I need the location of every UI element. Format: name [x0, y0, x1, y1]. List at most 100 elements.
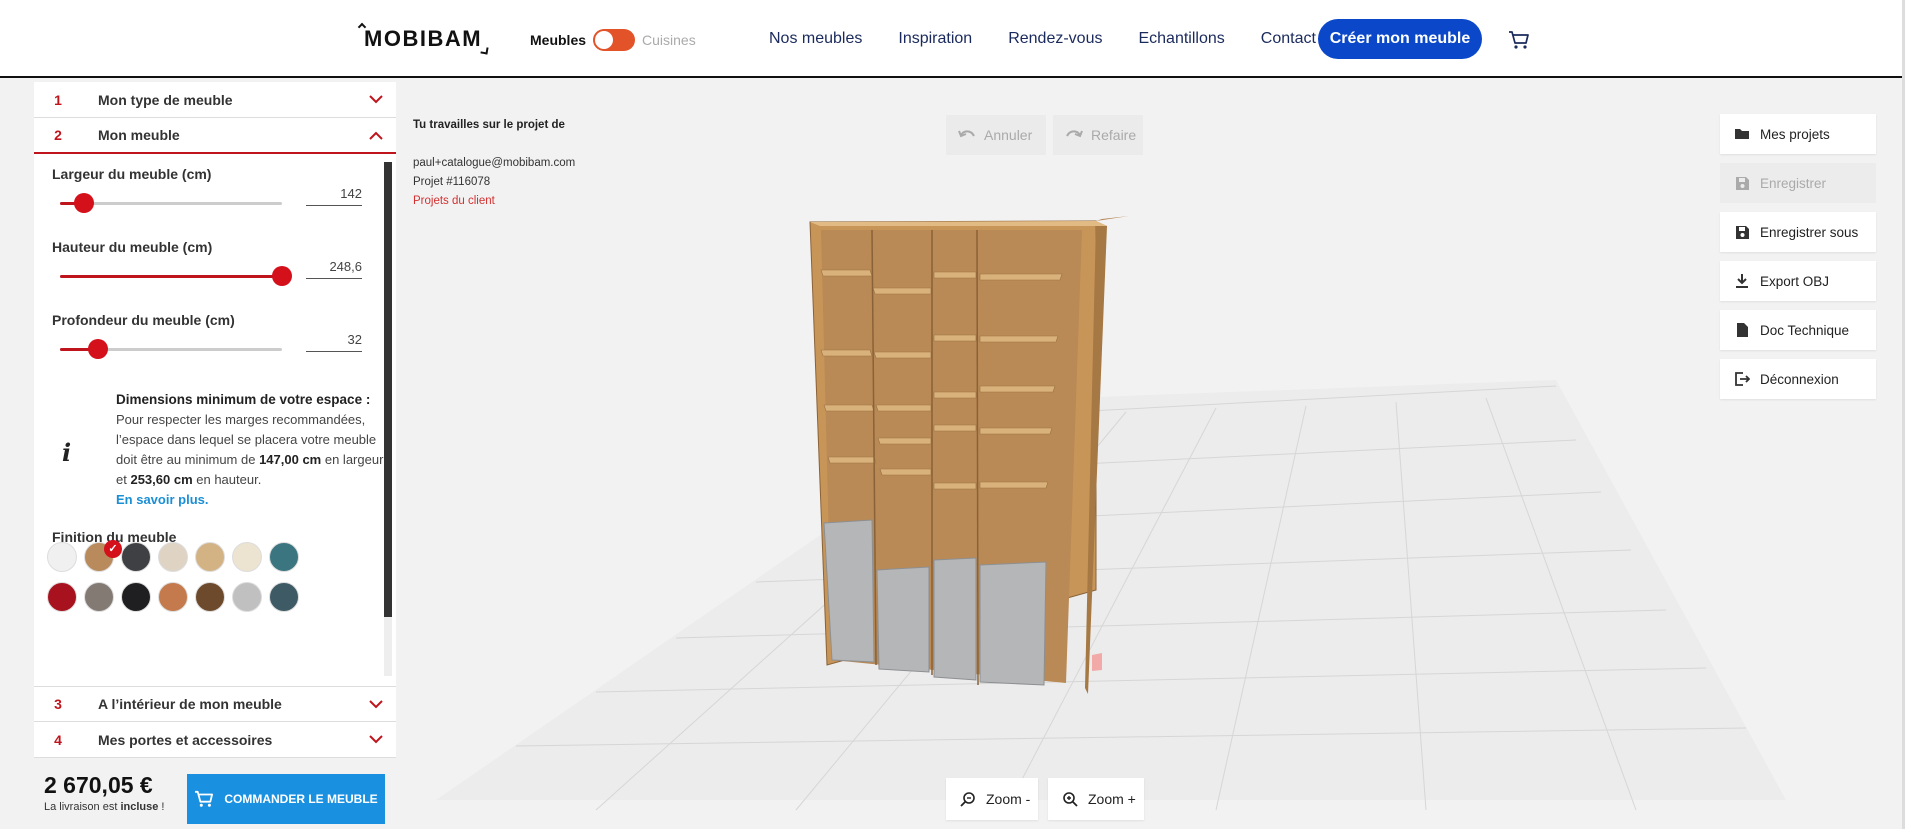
toggle-label-meubles[interactable]: Meubles: [530, 32, 586, 48]
finish-swatch[interactable]: [232, 582, 262, 612]
project-info: Tu travailles sur le projet de paul+cata…: [413, 116, 575, 211]
tool-button[interactable]: Mes projets: [1720, 114, 1876, 154]
cart-icon: [195, 790, 214, 807]
finish-swatch[interactable]: [47, 542, 77, 572]
zoom-out-label: Zoom -: [986, 791, 1031, 807]
cart-icon[interactable]: [1508, 30, 1530, 50]
tool-label: Enregistrer: [1760, 175, 1827, 191]
redo-icon: [1066, 130, 1083, 138]
scrollbar-thumb[interactable]: [384, 162, 392, 617]
chevron-down-icon: [356, 95, 396, 104]
width-slider[interactable]: [60, 193, 282, 213]
finish-swatch[interactable]: [269, 582, 299, 612]
top-header: MOBIBAM Meubles Cuisines Nos meubles Ins…: [0, 0, 1905, 78]
nav-inspiration[interactable]: Inspiration: [898, 30, 972, 48]
finish-swatch[interactable]: [195, 542, 225, 572]
finish-swatch[interactable]: [121, 582, 151, 612]
redo-button[interactable]: Refaire: [1053, 115, 1143, 155]
slider-thumb[interactable]: [272, 266, 292, 286]
learn-more-link[interactable]: En savoir plus.: [116, 490, 386, 510]
section-number: 2: [54, 127, 62, 143]
min-height: 253,60 cm: [130, 472, 193, 487]
nav-nos-meubles[interactable]: Nos meubles: [769, 30, 862, 48]
zoom-out-icon: [960, 792, 975, 807]
tool-label: Enregistrer sous: [1760, 224, 1859, 240]
undo-icon: [958, 130, 975, 138]
info-end: en hauteur.: [192, 472, 262, 487]
finish-swatch[interactable]: [84, 582, 114, 612]
tool-label: Déconnexion: [1760, 371, 1839, 387]
chevron-down-icon: [356, 735, 396, 744]
meubles-cuisines-switch[interactable]: [593, 29, 636, 51]
section-number: 3: [54, 696, 62, 712]
finish-swatch[interactable]: [195, 582, 225, 612]
order-label: COMMANDER LE MEUBLE: [224, 792, 378, 806]
selected-check-icon: ✓: [104, 540, 122, 558]
info-title: Dimensions minimum de votre espace :: [116, 392, 371, 407]
tool-label: Mes projets: [1760, 126, 1830, 142]
toggle-label-cuisines[interactable]: Cuisines: [642, 32, 696, 48]
section-1-header[interactable]: 1 Mon type de meuble: [34, 82, 396, 118]
tool-label: Export OBJ: [1760, 273, 1830, 289]
tool-button[interactable]: Enregistrer sous: [1720, 212, 1876, 252]
zoom-in-label: Zoom +: [1088, 791, 1136, 807]
furniture-3d-viewport[interactable]: [396, 80, 1905, 829]
height-slider[interactable]: [60, 266, 292, 286]
zoom-in-icon: [1063, 792, 1078, 807]
configurator-panel: 1 Mon type de meuble 2 Mon meuble Largeu…: [34, 82, 396, 758]
nav-rendez-vous[interactable]: Rendez-vous: [1008, 30, 1102, 48]
panel-scrollbar[interactable]: [384, 162, 392, 676]
chevron-up-icon: [356, 131, 396, 140]
tool-button[interactable]: Enregistrer: [1720, 163, 1876, 203]
zoom-in-button[interactable]: Zoom +: [1048, 778, 1144, 820]
depth-value-input[interactable]: 32: [306, 326, 362, 352]
order-button[interactable]: COMMANDER LE MEUBLE: [187, 774, 385, 824]
save-icon: [1736, 177, 1749, 190]
save-as-icon: [1736, 226, 1749, 239]
delivery-bold: incluse: [120, 801, 159, 813]
finish-swatch[interactable]: [232, 542, 262, 572]
logo-text: MOBIBAM: [364, 26, 483, 51]
redo-label: Refaire: [1091, 127, 1137, 143]
slider-thumb[interactable]: [87, 339, 108, 359]
folder-icon: [1735, 129, 1749, 139]
section-title: Mon type de meuble: [98, 91, 233, 108]
section-2-header[interactable]: 2 Mon meuble: [34, 118, 396, 154]
client-projects-link[interactable]: Projets du client: [413, 192, 575, 211]
tool-button[interactable]: Déconnexion: [1720, 359, 1876, 399]
height-slider-group: Hauteur du meuble (cm) 248,6: [52, 239, 362, 286]
delivery-end: !: [158, 801, 165, 813]
create-furniture-button[interactable]: Créer mon meuble: [1318, 19, 1482, 59]
tool-button[interactable]: Doc Technique: [1720, 310, 1876, 350]
finish-swatch[interactable]: [121, 542, 151, 572]
section-number: 4: [54, 731, 62, 748]
delivery-note: La livraison est incluse !: [44, 801, 164, 813]
depth-slider[interactable]: [60, 339, 282, 359]
section-4-header[interactable]: 4 Mes portes et accessoires: [34, 722, 396, 758]
tool-label: Doc Technique: [1760, 322, 1850, 338]
download-icon: [1736, 274, 1748, 288]
slider-thumb[interactable]: [74, 193, 95, 213]
width-slider-group: Largeur du meuble (cm) 142: [52, 166, 362, 213]
finish-swatch[interactable]: [269, 542, 299, 572]
section-title: Mes portes et accessoires: [98, 731, 273, 748]
undo-button[interactable]: Annuler: [946, 115, 1046, 155]
project-id: Projet #116078: [413, 176, 491, 188]
width-value-input[interactable]: 142: [306, 180, 362, 206]
zoom-out-button[interactable]: Zoom -: [946, 778, 1038, 820]
section-3-header[interactable]: 3 A l’intérieur de mon meuble: [34, 686, 396, 722]
height-value-input[interactable]: 248,6: [306, 253, 362, 279]
finish-swatch[interactable]: [47, 582, 77, 612]
logout-icon: [1735, 372, 1750, 386]
section-title: A l’intérieur de mon meuble: [98, 696, 282, 712]
tool-button[interactable]: Export OBJ: [1720, 261, 1876, 301]
project-heading: Tu travailles sur le projet de: [413, 119, 565, 131]
chevron-down-icon: [356, 699, 396, 709]
total-price: 2 670,05 €: [44, 772, 153, 798]
finish-swatch[interactable]: [158, 582, 188, 612]
logo[interactable]: MOBIBAM: [357, 22, 489, 55]
nav-contact[interactable]: Contact: [1261, 30, 1316, 48]
finish-swatch[interactable]: [158, 542, 188, 572]
nav-echantillons[interactable]: Echantillons: [1138, 30, 1224, 48]
section-title: Mon meuble: [98, 127, 180, 143]
